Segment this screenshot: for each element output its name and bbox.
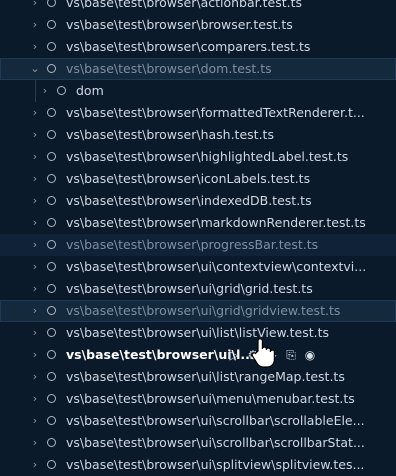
chevron-right-icon[interactable]: › — [30, 388, 40, 410]
test-status-unset-icon — [47, 64, 56, 73]
test-status-unset-icon — [47, 350, 56, 359]
test-status-unset-icon — [47, 108, 56, 117]
test-file-row[interactable]: › vs\base\test\browser\formattedTextRende… — [0, 102, 396, 124]
test-status-unset-icon — [47, 152, 56, 161]
test-status-unset-icon — [47, 262, 56, 271]
test-status-unset-icon — [47, 416, 56, 425]
test-status-unset-icon — [47, 20, 56, 29]
chevron-right-icon[interactable]: › — [30, 212, 40, 234]
chevron-right-icon[interactable]: › — [30, 146, 40, 168]
test-file-row[interactable]: › vs\base\test\browser\progressBar.test.t… — [0, 234, 396, 256]
chevron-right-icon[interactable]: › — [30, 124, 40, 146]
test-item-label: vs\base\test\browser\ui\list\rangeMap.te… — [66, 369, 345, 384]
chevron-right-icon[interactable]: › — [30, 432, 40, 454]
test-file-row[interactable]: › vs\base\test\browser\comparers.test.ts — [0, 36, 396, 58]
test-status-unset-icon — [47, 306, 56, 315]
chevron-right-icon[interactable]: › — [30, 366, 40, 388]
indent-guide — [35, 80, 36, 102]
test-item-label: vs\base\test\browser\formattedTextRender… — [66, 105, 365, 120]
test-status-unset-icon — [47, 218, 56, 227]
test-item-label: vs\base\test\browser\ui\grid\grid.test.t… — [66, 281, 313, 296]
chevron-right-icon[interactable]: › — [30, 234, 40, 256]
test-status-unset-icon — [47, 0, 56, 7]
test-file-row[interactable]: › vs\base\test\browser\ui\scrollbar\scrol… — [0, 432, 396, 454]
test-file-row[interactable]: ⌄ vs\base\test\browser\dom.test.ts — [0, 58, 396, 80]
chevron-right-icon[interactable]: › — [30, 0, 40, 14]
chevron-down-icon[interactable]: ⌄ — [30, 58, 40, 80]
test-status-unset-icon — [47, 130, 56, 139]
test-item-label: vs\base\test\browser\browser.test.ts — [66, 17, 293, 32]
test-status-unset-icon — [47, 42, 56, 51]
test-item-label: vs\base\test\browser\ui\menu\menubar.tes… — [66, 391, 355, 406]
test-file-row[interactable]: › vs\base\test\browser\ui\menu\menubar.te… — [0, 388, 396, 410]
test-item-label: vs\base\test\browser\comparers.test.ts — [66, 39, 311, 54]
test-item-label: vs\base\test\browser\iconLabels.test.ts — [66, 171, 311, 186]
chevron-right-icon[interactable]: › — [30, 168, 40, 190]
test-file-row[interactable]: › vs\base\test\browser\ui\contextview\con… — [0, 256, 396, 278]
test-file-row[interactable]: › vs\base\test\browser\highlightedLabel.t… — [0, 146, 396, 168]
chevron-right-icon[interactable]: › — [30, 454, 40, 476]
go-to-test-icon[interactable]: ⎘ — [283, 347, 299, 363]
chevron-right-icon[interactable]: › — [30, 36, 40, 58]
test-item-label: vs\base\test\browser\highlightedLabel.te… — [66, 149, 349, 164]
test-file-row[interactable]: › vs\base\test\browser\ui\scrollbar\scrol… — [0, 410, 396, 432]
test-file-row[interactable]: › vs\base\test\browser\ui\grid\grid.test.… — [0, 278, 396, 300]
test-status-unset-icon — [47, 240, 56, 249]
run-test-icon[interactable]: ▷ — [226, 347, 242, 363]
chevron-right-icon[interactable]: › — [30, 410, 40, 432]
chevron-right-icon[interactable]: › — [30, 344, 40, 366]
test-file-row[interactable]: › vs\base\test\browser\actionbar.test.ts — [0, 0, 396, 14]
test-status-unset-icon — [47, 438, 56, 447]
test-item-label: vs\base\test\browser\dom.test.ts — [66, 61, 272, 76]
test-status-unset-icon — [47, 394, 56, 403]
test-item-label: vs\base\test\browser\progressBar.test.ts — [66, 237, 319, 252]
test-file-row[interactable]: › vs\base\test\browser\ui\list\rangeMap.t… — [0, 366, 396, 388]
test-item-label: vs\base\test\browser\ui\splitview\splitv… — [66, 457, 365, 472]
pointer-cursor-icon — [251, 338, 275, 368]
chevron-right-icon[interactable]: › — [30, 190, 40, 212]
chevron-right-icon[interactable]: › — [30, 300, 40, 322]
chevron-right-icon[interactable]: › — [30, 14, 40, 36]
test-file-row[interactable]: › vs\base\test\browser\ui\grid\gridview.t… — [0, 300, 396, 322]
test-status-unset-icon — [57, 86, 66, 95]
test-item-label: vs\base\test\browser\hash.test.ts — [66, 127, 274, 142]
test-file-row[interactable]: › vs\base\test\browser\markdownRenderer.t… — [0, 212, 396, 234]
peek-output-icon[interactable]: ◉ — [302, 347, 318, 363]
test-explorer-tree: › vs\base\test\browser\actionbar.test.ts ›… — [0, 0, 396, 476]
test-item-label: vs\base\test\browser\ui\scrollbar\scroll… — [66, 413, 365, 428]
chevron-right-icon[interactable]: › — [30, 322, 40, 344]
test-item-child[interactable]: › dom — [0, 80, 396, 102]
test-item-label: dom — [76, 83, 104, 98]
test-item-label: vs\base\test\browser\markdownRenderer.te… — [66, 215, 366, 230]
test-file-row[interactable]: › vs\base\test\browser\iconLabels.test.ts — [0, 168, 396, 190]
test-item-label: vs\base\test\browser\ui\grid\gridview.te… — [66, 303, 341, 318]
test-status-unset-icon — [47, 174, 56, 183]
chevron-right-icon[interactable]: › — [30, 102, 40, 124]
test-file-row[interactable]: ›vs\base\test\browser\ui\l...▷⚙▷⎘◉ — [0, 344, 396, 366]
test-file-row[interactable]: › vs\base\test\browser\indexedDB.test.ts — [0, 190, 396, 212]
test-item-label: vs\base\test\browser\actionbar.test.ts — [66, 0, 302, 10]
test-file-row[interactable]: › vs\base\test\browser\ui\list\listView.t… — [0, 322, 396, 344]
test-status-unset-icon — [47, 196, 56, 205]
test-status-unset-icon — [47, 372, 56, 381]
test-file-row[interactable]: › vs\base\test\browser\ui\splitview\split… — [0, 454, 396, 476]
test-status-unset-icon — [47, 284, 56, 293]
chevron-right-icon[interactable]: › — [30, 278, 40, 300]
test-item-label: vs\base\test\browser\ui\scrollbar\scroll… — [66, 435, 365, 450]
test-item-label: vs\base\test\browser\ui\list\listView.te… — [66, 325, 329, 340]
test-status-unset-icon — [47, 328, 56, 337]
test-item-label: vs\base\test\browser\indexedDB.test.ts — [66, 193, 312, 208]
test-file-row[interactable]: › vs\base\test\browser\browser.test.ts — [0, 14, 396, 36]
chevron-right-icon[interactable]: › — [30, 256, 40, 278]
test-file-row[interactable]: › vs\base\test\browser\hash.test.ts — [0, 124, 396, 146]
chevron-right-icon[interactable]: › — [40, 80, 50, 102]
test-item-label: vs\base\test\browser\ui\contextview\cont… — [66, 259, 367, 274]
test-status-unset-icon — [47, 460, 56, 469]
